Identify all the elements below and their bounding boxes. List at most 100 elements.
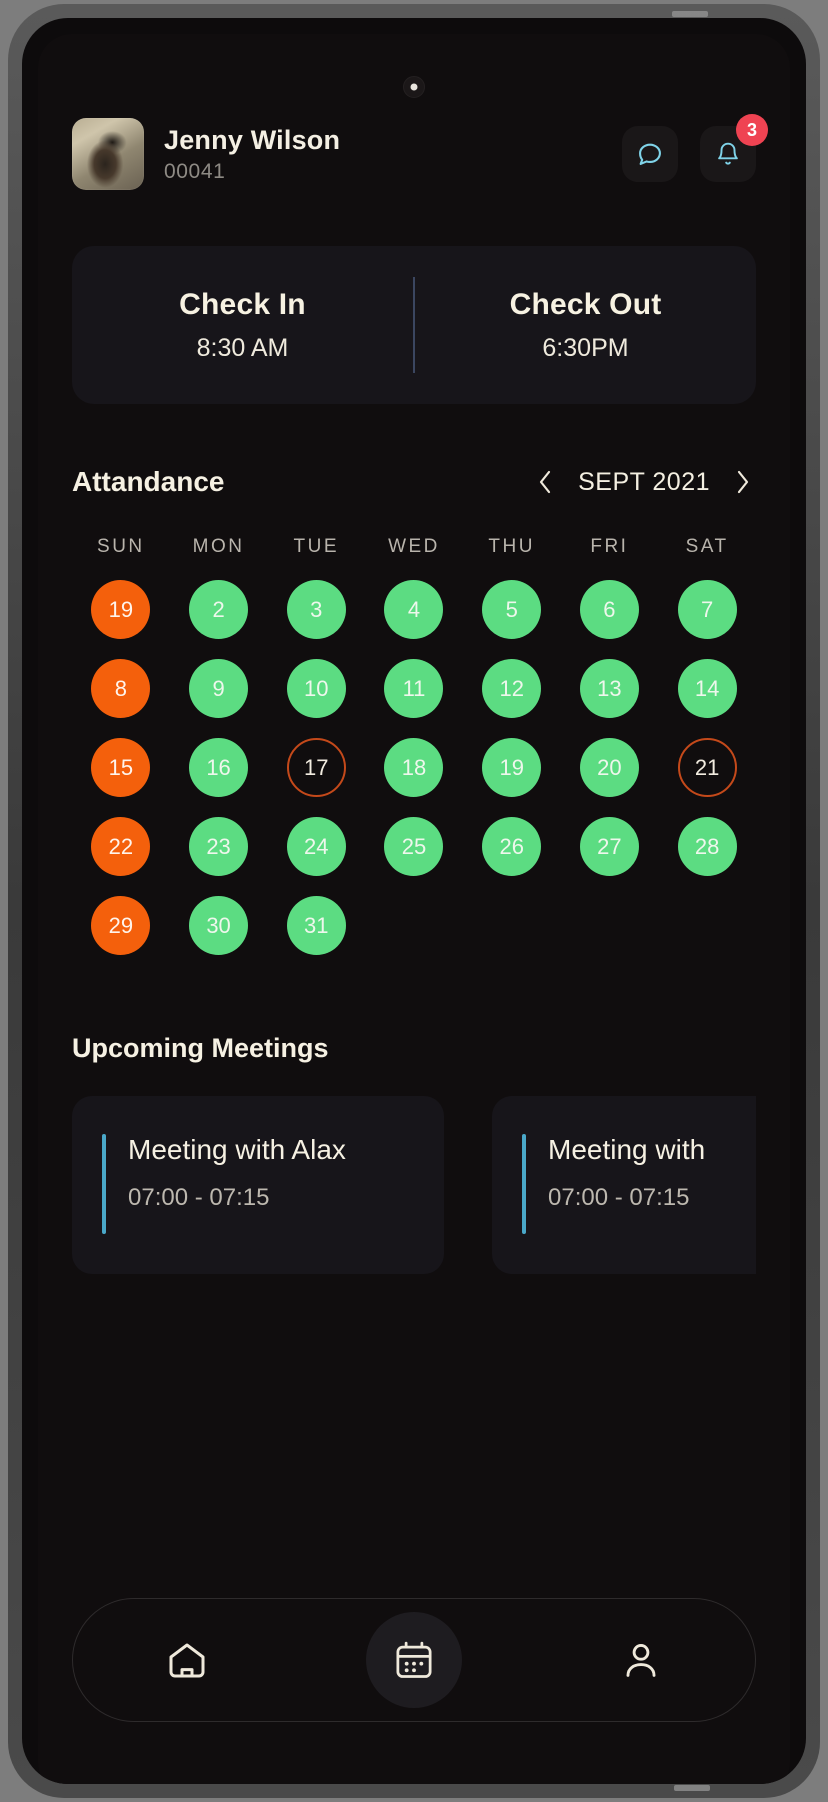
calendar-day-orange[interactable]: 22: [91, 817, 151, 876]
upcoming-meetings-list[interactable]: Meeting with Alax 07:00 - 07:15 Meeting wi…: [72, 1096, 756, 1274]
calendar-day-cell: 5: [463, 580, 561, 639]
attendance-title: Attandance: [72, 466, 225, 497]
calendar-day-cell: 17: [267, 738, 365, 797]
phone-device-frame: Jenny Wilson 00041 3 Check In 8:30 AM Ch…: [8, 4, 820, 1798]
month-navigator: SEPT 2021: [532, 468, 756, 497]
calendar-day-green[interactable]: 6: [579, 580, 639, 639]
calendar-day-green[interactable]: 31: [286, 896, 346, 955]
calendar-day-cell: 4: [365, 580, 463, 639]
calendar-day-cell: 8: [72, 659, 170, 718]
meeting-time: 07:00 - 07:15: [128, 1184, 270, 1211]
calendar-day-cell: 31: [267, 896, 365, 955]
calendar-weeks: 19 2 3 4 5 6 7 8 9 10 11 12 13 14 15 16 17 18 19 20 21 22 23 24…: [72, 580, 756, 955]
header-actions: 3: [622, 114, 768, 182]
calendar-day-cell: 3: [267, 580, 365, 639]
notifications-button[interactable]: 3: [700, 114, 768, 182]
calendar-day-green[interactable]: 14: [677, 659, 737, 718]
calendar-day-green[interactable]: 11: [384, 659, 444, 718]
calendar-day-outline[interactable]: 17: [286, 738, 346, 797]
calendar-day-green[interactable]: 4: [384, 580, 444, 639]
calendar-day-cell: 10: [267, 659, 365, 718]
month-label: SEPT 2021: [578, 467, 710, 496]
weekday-header-row: SUN MON TUE WED THU FRI SAT: [72, 536, 756, 558]
user-name: Jenny Wilson: [164, 124, 341, 155]
meeting-accent-bar: [522, 1134, 526, 1234]
user-id: 00041: [164, 159, 226, 183]
check-in-out-card: Check In 8:30 AM Check Out 6:30PM: [72, 246, 756, 404]
calendar-day-green[interactable]: 25: [384, 817, 444, 876]
device-inner-body: Jenny Wilson 00041 3 Check In 8:30 AM Ch…: [22, 18, 806, 1784]
meeting-title: Meeting with: [548, 1134, 706, 1165]
calendar-day-green[interactable]: 27: [579, 817, 639, 876]
calendar-day-cell: 26: [463, 817, 561, 876]
calendar-day-green[interactable]: 2: [189, 580, 249, 639]
weekday-label: WED: [388, 536, 440, 557]
calendar-day-green[interactable]: 19: [482, 738, 542, 797]
calendar-day-green[interactable]: 26: [482, 817, 542, 876]
weekday-label: THU: [488, 536, 535, 557]
nav-item-calendar[interactable]: [365, 1612, 462, 1708]
calendar-day-cell: 6: [561, 580, 659, 639]
calendar-day-cell: [463, 896, 561, 955]
chevron-left-icon[interactable]: [532, 469, 558, 495]
calendar-day-green[interactable]: 30: [189, 896, 249, 955]
weekday-label: TUE: [293, 536, 340, 557]
weekday-label: FRI: [590, 536, 629, 557]
calendar-day-outline[interactable]: 21: [677, 738, 737, 797]
calendar-day-green[interactable]: 13: [579, 659, 639, 718]
nav-item-profile[interactable]: [593, 1612, 689, 1708]
calendar-day-green[interactable]: 20: [579, 738, 639, 797]
calendar-week-row: 8 9 10 11 12 13 14: [72, 659, 756, 718]
profile-icon: [618, 1637, 664, 1683]
calendar-day-orange[interactable]: 19: [91, 580, 151, 639]
check-out-label: Check Out: [509, 287, 662, 321]
weekday-label: SUN: [97, 536, 145, 557]
attendance-calendar: SUN MON TUE WED THU FRI SAT 19 2 3 4 5 6 7 8 9 10 11 12 13…: [72, 536, 756, 955]
calendar-day-cell: 19: [72, 580, 170, 639]
calendar-day-green[interactable]: 28: [677, 817, 737, 876]
weekday-label: MON: [192, 536, 245, 557]
calendar-day-cell: [561, 896, 659, 955]
calendar-day-green[interactable]: 23: [189, 817, 249, 876]
calendar-day-green[interactable]: 5: [482, 580, 542, 639]
calendar-day-orange[interactable]: 29: [91, 896, 151, 955]
chat-button[interactable]: [622, 126, 678, 182]
meeting-accent-bar: [102, 1134, 106, 1234]
bezel-tick-bottom: [674, 1785, 710, 1791]
meeting-title: Meeting with Alax: [128, 1134, 346, 1165]
meeting-card[interactable]: Meeting with Alax 07:00 - 07:15: [72, 1096, 444, 1274]
avatar[interactable]: [72, 118, 144, 190]
check-in-label: Check In: [179, 287, 306, 321]
calendar-day-cell: 7: [658, 580, 756, 639]
calendar-day-cell: 30: [170, 896, 268, 955]
calendar-day-green[interactable]: 18: [384, 738, 444, 797]
chevron-right-icon[interactable]: [730, 469, 756, 495]
upcoming-meetings-title: Upcoming Meetings: [72, 1033, 329, 1063]
check-out-column[interactable]: Check Out 6:30PM: [415, 288, 756, 363]
calendar-day-green[interactable]: 3: [286, 580, 346, 639]
check-in-column[interactable]: Check In 8:30 AM: [72, 288, 413, 363]
calendar-week-row: 15 16 17 18 19 20 21: [72, 738, 756, 797]
calendar-day-cell: 9: [170, 659, 268, 718]
app-content: Jenny Wilson 00041 3 Check In 8:30 AM Ch…: [38, 34, 790, 1784]
calendar-day-green[interactable]: 10: [286, 659, 346, 718]
calendar-day-orange[interactable]: 8: [91, 659, 151, 718]
meeting-time: 07:00 - 07:15: [548, 1184, 690, 1211]
calendar-day-cell: 20: [561, 738, 659, 797]
calendar-day-green[interactable]: 16: [189, 738, 249, 797]
app-header: Jenny Wilson 00041 3: [72, 114, 768, 190]
weekday-label: SAT: [685, 536, 729, 557]
calendar-day-orange[interactable]: 15: [91, 738, 151, 797]
calendar-day-cell: 13: [561, 659, 659, 718]
calendar-day-green[interactable]: 12: [482, 659, 542, 718]
calendar-day-cell: 12: [463, 659, 561, 718]
calendar-day-green[interactable]: 24: [286, 817, 346, 876]
nav-item-home[interactable]: [139, 1612, 235, 1708]
calendar-day-cell: 19: [463, 738, 561, 797]
meeting-card[interactable]: Meeting with 07:00 - 07:15: [492, 1096, 756, 1274]
calendar-week-row: 29 30 31: [72, 896, 756, 955]
attendance-section-header: Attandance SEPT 2021: [72, 466, 756, 498]
calendar-day-green[interactable]: 9: [189, 659, 249, 718]
calendar-day-green[interactable]: 7: [677, 580, 737, 639]
calendar-day-cell: 25: [365, 817, 463, 876]
